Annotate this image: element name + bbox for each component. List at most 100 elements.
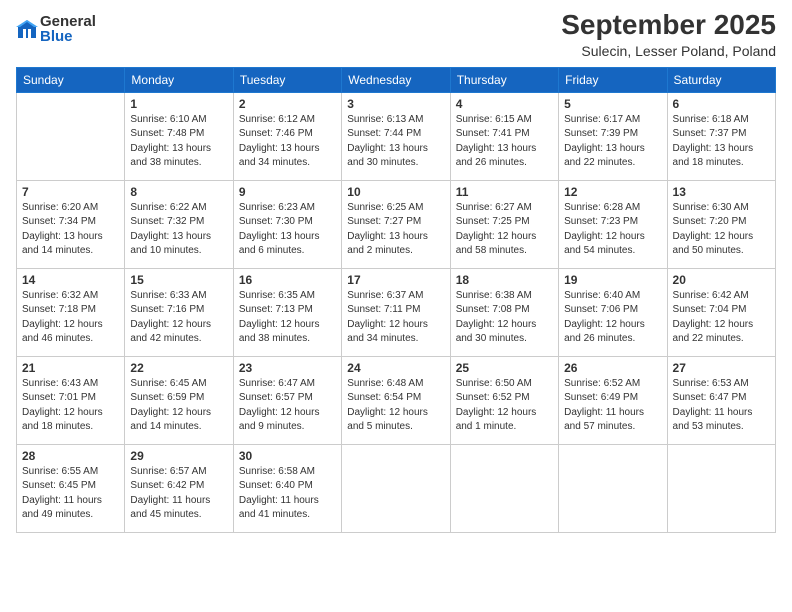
- day-info: Sunrise: 6:28 AM Sunset: 7:23 PM Dayligh…: [564, 201, 661, 259]
- col-tuesday: Tuesday: [233, 67, 341, 92]
- day-info: Sunrise: 6:33 AM Sunset: 7:16 PM Dayligh…: [130, 289, 227, 347]
- col-sunday: Sunday: [17, 67, 125, 92]
- day-info: Sunrise: 6:22 AM Sunset: 7:32 PM Dayligh…: [130, 201, 227, 259]
- table-row: 26 Sunrise: 6:52 AM Sunset: 6:49 PM Dayli…: [559, 356, 667, 444]
- col-saturday: Saturday: [667, 67, 775, 92]
- table-row: 30 Sunrise: 6:58 AM Sunset: 6:40 PM Dayli…: [233, 444, 341, 532]
- logo-text: General Blue: [40, 14, 96, 44]
- table-row: 24 Sunrise: 6:48 AM Sunset: 6:54 PM Dayli…: [342, 356, 450, 444]
- day-info: Sunrise: 6:50 AM Sunset: 6:52 PM Dayligh…: [456, 377, 553, 435]
- day-number: 23: [239, 361, 336, 375]
- day-info: Sunrise: 6:52 AM Sunset: 6:49 PM Dayligh…: [564, 377, 661, 435]
- table-row: 2Sunrise: 6:12 AM Sunset: 7:46 PM Daylig…: [233, 92, 341, 180]
- table-row: 5Sunrise: 6:17 AM Sunset: 7:39 PM Daylig…: [559, 92, 667, 180]
- day-number: 16: [239, 273, 336, 287]
- day-number: 21: [22, 361, 119, 375]
- table-row: 8 Sunrise: 6:22 AM Sunset: 7:32 PM Daylig…: [125, 180, 233, 268]
- col-friday: Friday: [559, 67, 667, 92]
- calendar-week-row: 1Sunrise: 6:10 AM Sunset: 7:48 PM Daylig…: [17, 92, 776, 180]
- day-number: 4: [456, 97, 553, 111]
- day-number: 6: [673, 97, 770, 111]
- day-number: 11: [456, 185, 553, 199]
- day-info: Sunrise: 6:17 AM Sunset: 7:39 PM Dayligh…: [564, 113, 661, 171]
- page: General Blue September 2025 Sulecin, Les…: [0, 0, 792, 612]
- day-info: Sunrise: 6:42 AM Sunset: 7:04 PM Dayligh…: [673, 289, 770, 347]
- day-info: Sunrise: 6:20 AM Sunset: 7:34 PM Dayligh…: [22, 201, 119, 259]
- day-number: 25: [456, 361, 553, 375]
- day-number: 2: [239, 97, 336, 111]
- calendar-week-row: 14 Sunrise: 6:32 AM Sunset: 7:18 PM Dayli…: [17, 268, 776, 356]
- day-number: 12: [564, 185, 661, 199]
- table-row: 11 Sunrise: 6:27 AM Sunset: 7:25 PM Dayli…: [450, 180, 558, 268]
- header: General Blue September 2025 Sulecin, Les…: [16, 10, 776, 59]
- table-row: 15 Sunrise: 6:33 AM Sunset: 7:16 PM Dayli…: [125, 268, 233, 356]
- logo-icon: [16, 18, 38, 40]
- table-row: 13 Sunrise: 6:30 AM Sunset: 7:20 PM Dayli…: [667, 180, 775, 268]
- day-number: 9: [239, 185, 336, 199]
- day-number: 26: [564, 361, 661, 375]
- table-row: 29 Sunrise: 6:57 AM Sunset: 6:42 PM Dayli…: [125, 444, 233, 532]
- day-info: Sunrise: 6:30 AM Sunset: 7:20 PM Dayligh…: [673, 201, 770, 259]
- calendar-week-row: 28Sunrise: 6:55 AM Sunset: 6:45 PM Dayli…: [17, 444, 776, 532]
- day-number: 17: [347, 273, 444, 287]
- day-number: 10: [347, 185, 444, 199]
- table-row: 10 Sunrise: 6:25 AM Sunset: 7:27 PM Dayli…: [342, 180, 450, 268]
- day-info: Sunrise: 6:53 AM Sunset: 6:47 PM Dayligh…: [673, 377, 770, 435]
- table-row: 4 Sunrise: 6:15 AM Sunset: 7:41 PM Daylig…: [450, 92, 558, 180]
- day-info: Sunrise: 6:47 AM Sunset: 6:57 PM Dayligh…: [239, 377, 336, 435]
- table-row: 3Sunrise: 6:13 AM Sunset: 7:44 PM Daylig…: [342, 92, 450, 180]
- calendar-week-row: 21 Sunrise: 6:43 AM Sunset: 7:01 PM Dayli…: [17, 356, 776, 444]
- table-row: 23 Sunrise: 6:47 AM Sunset: 6:57 PM Dayli…: [233, 356, 341, 444]
- day-number: 29: [130, 449, 227, 463]
- day-info: Sunrise: 6:43 AM Sunset: 7:01 PM Dayligh…: [22, 377, 119, 435]
- table-row: [450, 444, 558, 532]
- day-info: Sunrise: 6:32 AM Sunset: 7:18 PM Dayligh…: [22, 289, 119, 347]
- day-info: Sunrise: 6:57 AM Sunset: 6:42 PM Dayligh…: [130, 465, 227, 523]
- day-number: 24: [347, 361, 444, 375]
- day-number: 7: [22, 185, 119, 199]
- logo-general: General: [40, 14, 96, 29]
- day-info: Sunrise: 6:58 AM Sunset: 6:40 PM Dayligh…: [239, 465, 336, 523]
- day-info: Sunrise: 6:25 AM Sunset: 7:27 PM Dayligh…: [347, 201, 444, 259]
- day-number: 13: [673, 185, 770, 199]
- day-info: Sunrise: 6:40 AM Sunset: 7:06 PM Dayligh…: [564, 289, 661, 347]
- day-number: 14: [22, 273, 119, 287]
- calendar-header-row: Sunday Monday Tuesday Wednesday Thursday…: [17, 67, 776, 92]
- day-number: 15: [130, 273, 227, 287]
- day-info: Sunrise: 6:48 AM Sunset: 6:54 PM Dayligh…: [347, 377, 444, 435]
- table-row: [342, 444, 450, 532]
- day-number: 27: [673, 361, 770, 375]
- calendar-week-row: 7 Sunrise: 6:20 AM Sunset: 7:34 PM Daylig…: [17, 180, 776, 268]
- table-row: 25 Sunrise: 6:50 AM Sunset: 6:52 PM Dayli…: [450, 356, 558, 444]
- table-row: 1Sunrise: 6:10 AM Sunset: 7:48 PM Daylig…: [125, 92, 233, 180]
- table-row: 19 Sunrise: 6:40 AM Sunset: 7:06 PM Dayli…: [559, 268, 667, 356]
- table-row: 9Sunrise: 6:23 AM Sunset: 7:30 PM Daylig…: [233, 180, 341, 268]
- table-row: 18Sunrise: 6:38 AM Sunset: 7:08 PM Dayli…: [450, 268, 558, 356]
- day-info: Sunrise: 6:27 AM Sunset: 7:25 PM Dayligh…: [456, 201, 553, 259]
- col-monday: Monday: [125, 67, 233, 92]
- col-thursday: Thursday: [450, 67, 558, 92]
- day-info: Sunrise: 6:18 AM Sunset: 7:37 PM Dayligh…: [673, 113, 770, 171]
- table-row: 28Sunrise: 6:55 AM Sunset: 6:45 PM Dayli…: [17, 444, 125, 532]
- table-row: 21 Sunrise: 6:43 AM Sunset: 7:01 PM Dayli…: [17, 356, 125, 444]
- logo-blue: Blue: [40, 29, 96, 44]
- location-title: Sulecin, Lesser Poland, Poland: [561, 43, 776, 59]
- day-number: 18: [456, 273, 553, 287]
- table-row: [17, 92, 125, 180]
- calendar-table: Sunday Monday Tuesday Wednesday Thursday…: [16, 67, 776, 533]
- table-row: 12 Sunrise: 6:28 AM Sunset: 7:23 PM Dayli…: [559, 180, 667, 268]
- day-number: 20: [673, 273, 770, 287]
- table-row: 20 Sunrise: 6:42 AM Sunset: 7:04 PM Dayli…: [667, 268, 775, 356]
- table-row: [559, 444, 667, 532]
- day-number: 28: [22, 449, 119, 463]
- day-number: 30: [239, 449, 336, 463]
- day-info: Sunrise: 6:15 AM Sunset: 7:41 PM Dayligh…: [456, 113, 553, 171]
- day-number: 19: [564, 273, 661, 287]
- table-row: 7 Sunrise: 6:20 AM Sunset: 7:34 PM Daylig…: [17, 180, 125, 268]
- day-info: Sunrise: 6:10 AM Sunset: 7:48 PM Dayligh…: [130, 113, 227, 171]
- title-block: September 2025 Sulecin, Lesser Poland, P…: [561, 10, 776, 59]
- table-row: 27 Sunrise: 6:53 AM Sunset: 6:47 PM Dayli…: [667, 356, 775, 444]
- day-number: 8: [130, 185, 227, 199]
- table-row: 16Sunrise: 6:35 AM Sunset: 7:13 PM Dayli…: [233, 268, 341, 356]
- day-info: Sunrise: 6:13 AM Sunset: 7:44 PM Dayligh…: [347, 113, 444, 171]
